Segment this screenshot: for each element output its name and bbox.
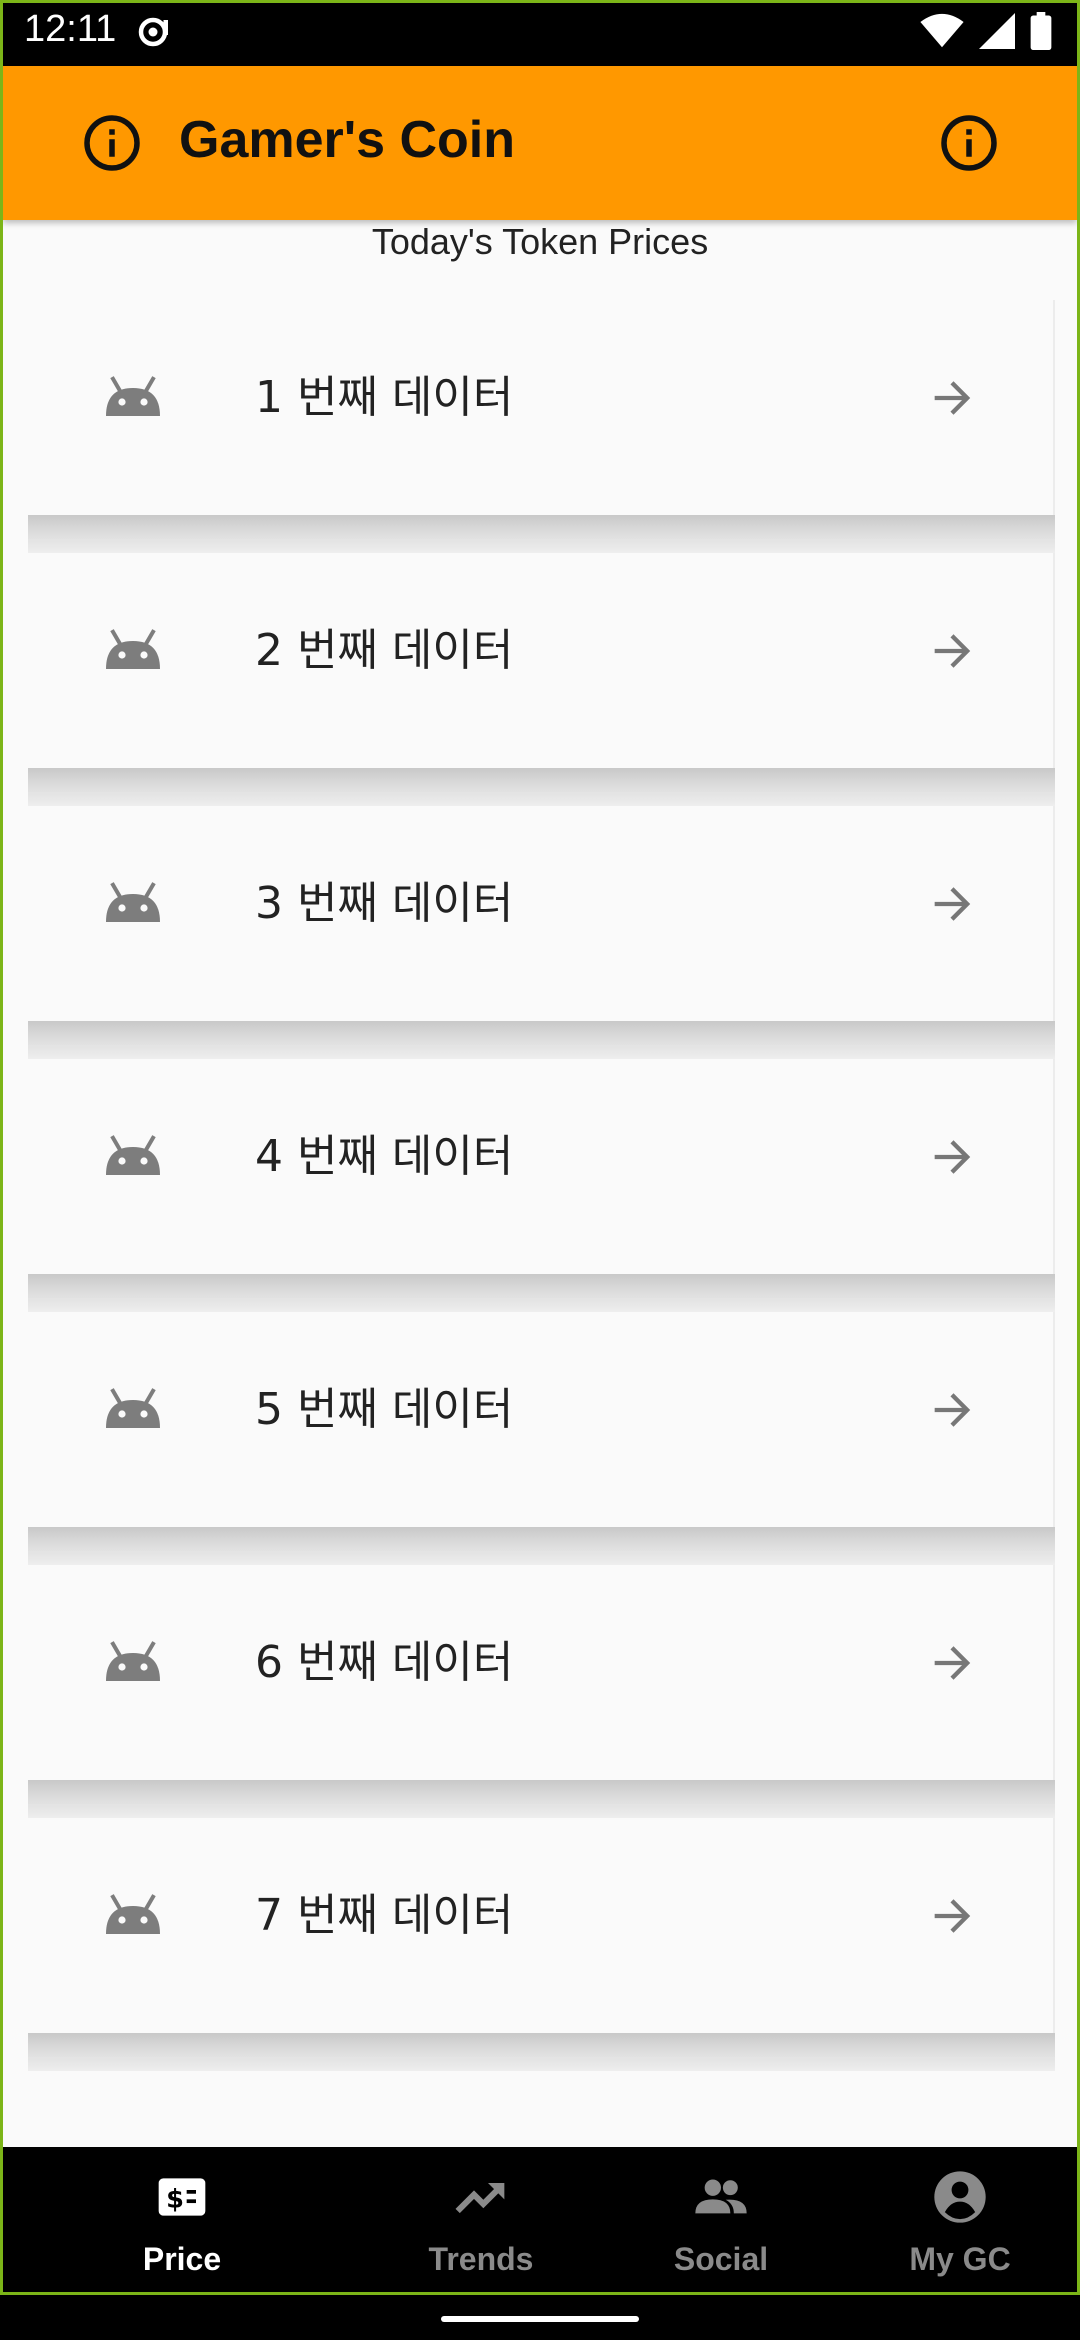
arrow-right-icon[interactable] — [926, 1131, 978, 1183]
arrow-right-icon[interactable] — [926, 372, 978, 424]
nav-label-social: Social — [673, 2241, 769, 2277]
list-item-card[interactable]: 3 번째 데이터 — [28, 806, 1055, 1021]
account-circle-icon — [934, 2171, 986, 2223]
info-icon[interactable] — [939, 113, 999, 173]
card-divider — [28, 1780, 1055, 1818]
app-title: Gamer's Coin — [179, 111, 516, 169]
android-icon — [102, 1894, 164, 1934]
android-icon — [102, 1135, 164, 1175]
list-item[interactable]: 7 번째 데이터 — [28, 1818, 1055, 2071]
card-divider — [28, 1527, 1055, 1565]
bottom-navigation: $ Price Trends Social My GC — [3, 2147, 1077, 2292]
list-item[interactable]: 4 번째 데이터 — [28, 1059, 1055, 1312]
list-item-label: 5 번째 데이터 — [255, 1384, 514, 1435]
list-item-card[interactable]: 4 번째 데이터 — [28, 1059, 1055, 1274]
nav-label-price: Price — [142, 2241, 222, 2277]
list-item-label: 4 번째 데이터 — [255, 1131, 514, 1182]
nav-item-price[interactable]: $ Price — [82, 2147, 282, 2292]
android-icon — [102, 376, 164, 416]
list-item[interactable]: 1 번째 데이터 — [28, 300, 1055, 553]
nav-item-trends[interactable]: Trends — [381, 2147, 581, 2292]
arrow-right-icon[interactable] — [926, 1637, 978, 1689]
list-item[interactable]: 6 번째 데이터 — [28, 1565, 1055, 1818]
list-item[interactable]: 2 번째 데이터 — [28, 553, 1055, 806]
notification-icon — [138, 17, 168, 47]
android-icon — [102, 1641, 164, 1681]
app-bar: Gamer's Coin — [3, 66, 1077, 220]
list-item-card[interactable]: 1 번째 데이터 — [28, 300, 1055, 515]
nav-label-trends: Trends — [428, 2241, 534, 2277]
nav-item-social[interactable]: Social — [621, 2147, 821, 2292]
arrow-right-icon[interactable] — [926, 1890, 978, 1942]
page-subtitle: Today's Token Prices — [371, 221, 709, 262]
list-item-label: 2 번째 데이터 — [255, 625, 514, 676]
android-icon — [102, 882, 164, 922]
list-item[interactable]: 5 번째 데이터 — [28, 1312, 1055, 1565]
arrow-right-icon[interactable] — [926, 1384, 978, 1436]
arrow-right-icon[interactable] — [926, 878, 978, 930]
list-item-label: 7 번째 데이터 — [255, 1890, 514, 1941]
card-divider — [28, 2033, 1055, 2071]
list-item-label: 1 번째 데이터 — [255, 372, 514, 423]
svg-text:$: $ — [166, 2185, 184, 2215]
trending-up-icon — [455, 2183, 505, 2214]
token-list: 1 번째 데이터 2 번째 데이터 3 번째 데이터 4 번째 데이터 5 번째… — [28, 300, 1055, 2071]
people-icon — [695, 2179, 747, 2214]
home-indicator — [441, 2316, 639, 2322]
list-item[interactable]: 3 번째 데이터 — [28, 806, 1055, 1059]
list-item-card[interactable]: 5 번째 데이터 — [28, 1312, 1055, 1527]
card-divider — [28, 1274, 1055, 1312]
nav-label-my-gc: My GC — [909, 2241, 1011, 2277]
android-icon — [102, 1388, 164, 1428]
signal-icon — [979, 13, 1015, 49]
list-item-label: 6 번째 데이터 — [255, 1637, 514, 1688]
nav-item-my-gc[interactable]: My GC — [860, 2147, 1060, 2292]
card-divider — [28, 768, 1055, 806]
list-item-label: 3 번째 데이터 — [255, 878, 514, 929]
status-time: 12:11 — [24, 8, 117, 50]
status-bar: 12:11 — [0, 0, 1080, 66]
price-tag-icon: $ — [158, 2178, 206, 2216]
card-divider — [28, 1021, 1055, 1059]
battery-icon — [1030, 12, 1052, 50]
list-item-card[interactable]: 2 번째 데이터 — [28, 553, 1055, 768]
price-list-screen: Today's Token Prices 1 번째 데이터 2 번째 데이터 3… — [3, 220, 1077, 2147]
android-icon — [102, 629, 164, 669]
list-item-card[interactable]: 6 번째 데이터 — [28, 1565, 1055, 1780]
card-divider — [28, 515, 1055, 553]
app-screen: 12:11 Gamer's Coin Today's Token Prices … — [0, 0, 1080, 2340]
info-icon[interactable] — [82, 113, 142, 173]
arrow-right-icon[interactable] — [926, 625, 978, 677]
list-item-card[interactable]: 7 번째 데이터 — [28, 1818, 1055, 2033]
wifi-icon — [920, 13, 964, 48]
status-icons — [920, 12, 1052, 50]
